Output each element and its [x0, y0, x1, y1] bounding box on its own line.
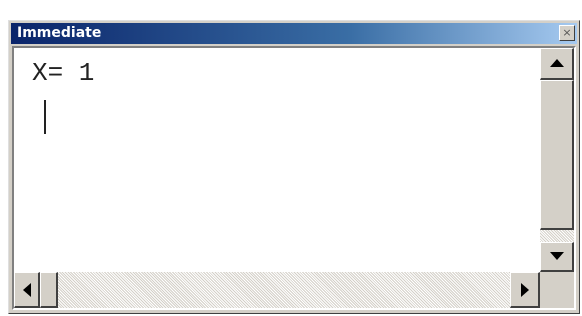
arrow-down-icon: [550, 252, 564, 260]
horizontal-scroll-thumb[interactable]: [40, 272, 58, 308]
scroll-left-button[interactable]: [14, 272, 40, 308]
window-title: Immediate: [17, 25, 102, 41]
close-icon: ×: [562, 26, 572, 39]
immediate-window: Immediate × X= 1: [8, 20, 580, 314]
scrollbar-corner: [540, 272, 574, 308]
arrow-up-icon: [550, 59, 564, 67]
scroll-down-button[interactable]: [540, 242, 574, 272]
output-line: X= 1: [32, 58, 95, 88]
vertical-scroll-thumb[interactable]: [540, 80, 574, 230]
text-caret: [44, 100, 46, 134]
close-button[interactable]: ×: [559, 25, 575, 41]
scroll-right-button[interactable]: [510, 272, 540, 308]
client-area: X= 1: [12, 46, 576, 310]
title-bar[interactable]: Immediate ×: [11, 23, 577, 44]
scroll-up-button[interactable]: [540, 48, 574, 80]
vertical-scrollbar[interactable]: [540, 48, 574, 272]
arrow-left-icon: [23, 283, 31, 297]
immediate-editor[interactable]: X= 1: [14, 48, 540, 272]
arrow-right-icon: [521, 283, 529, 297]
horizontal-scrollbar[interactable]: [14, 272, 540, 308]
